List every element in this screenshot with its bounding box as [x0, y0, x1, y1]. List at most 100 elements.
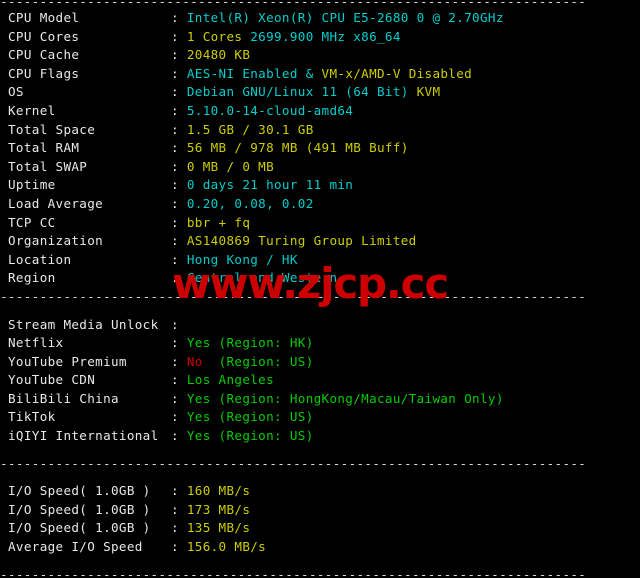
io-value: 173 MB/s — [186, 501, 251, 517]
system-label: CPU Cache — [8, 47, 80, 63]
io-label: I/O Speed( 1.0GB ) — [8, 501, 151, 517]
system-colon: : — [171, 102, 187, 118]
stream-value: Yes (Region: HongKong/Macau/Taiwan Only) — [186, 390, 504, 406]
system-label: Uptime — [8, 177, 56, 193]
system-value: Debian GNU/Linux 11 (64 Bit) — [186, 84, 409, 100]
system-row: TCP CC: bbr + fq — [0, 214, 640, 233]
stream-colon: : — [171, 353, 187, 369]
system-label: OS — [8, 84, 24, 100]
system-row: CPU Model: Intel(R) Xeon(R) CPU E5-2680 … — [0, 9, 640, 28]
system-value: Hong Kong / HK — [186, 251, 298, 267]
stream-colon: : — [171, 335, 187, 351]
io-value: 156.0 MB/s — [186, 539, 267, 555]
io-value: 135 MB/s — [186, 520, 251, 536]
stream-value: Yes (Region: US) — [186, 428, 314, 444]
system-label: Total Space — [8, 121, 96, 137]
spacer-io-top — [0, 446, 640, 455]
stream-label: BiliBili China — [8, 390, 119, 406]
stream-value: Yes (Region: US) — [186, 409, 314, 425]
stream-row: Netflix: Yes (Region: HK) — [0, 334, 640, 353]
io-label: Average I/O Speed — [8, 539, 143, 555]
system-colon: : — [171, 121, 187, 137]
system-value: 20480 KB — [186, 47, 251, 63]
system-label: CPU Cores — [8, 28, 80, 44]
system-label: CPU Flags — [8, 65, 80, 81]
system-label: Load Average — [8, 195, 104, 211]
stream-label: Netflix — [8, 335, 64, 351]
system-value: 5.10.0-14-cloud-amd64 — [186, 102, 354, 118]
stream-label: YouTube CDN — [8, 372, 96, 388]
system-label: Total SWAP — [8, 158, 88, 174]
stream-row: YouTube Premium: No (Region: US) — [0, 353, 640, 372]
system-colon: : — [171, 158, 187, 174]
system-value: AS140869 Turing Group Limited — [186, 233, 417, 249]
system-colon: : — [171, 214, 187, 230]
system-value: 1.5 GB / 30.1 GB — [186, 121, 314, 137]
io-label: I/O Speed( 1.0GB ) — [8, 520, 151, 536]
stream-colon: : — [171, 428, 187, 444]
stream-colon: : — [171, 316, 187, 332]
system-value: Intel(R) Xeon(R) CPU E5-2680 0 @ 2.70GHz — [186, 10, 504, 25]
system-row: OS: Debian GNU/Linux 11 (64 Bit) KVM — [0, 83, 640, 102]
stream-row: YouTube CDN: Los Angeles — [0, 371, 640, 390]
system-colon: : — [171, 10, 187, 25]
io-row: I/O Speed( 1.0GB ): 173 MB/s — [0, 501, 640, 520]
stream-value: Los Angeles — [186, 372, 275, 388]
system-colon: : — [171, 140, 187, 156]
system-colon: : — [171, 28, 187, 44]
separator-stream: ----------------------------------------… — [0, 288, 587, 304]
system-row: Location: Hong Kong / HK — [0, 251, 640, 270]
system-row: Load Average: 0.20, 0.08, 0.02 — [0, 195, 640, 214]
stream-value: Yes (Region: HK) — [186, 335, 314, 351]
separator-geekbench: ----------------------------------------… — [0, 566, 587, 578]
io-row: Average I/O Speed: 156.0 MB/s — [0, 538, 640, 557]
io-colon: : — [171, 539, 187, 555]
stream-colon: : — [171, 390, 187, 406]
system-value: Central and Western — [186, 270, 338, 286]
system-value: 0 days 21 hour 11 min — [186, 177, 354, 193]
io-speed-section: I/O Speed( 1.0GB ): 160 MB/s I/O Speed( 1… — [0, 482, 640, 556]
system-colon: : — [171, 65, 187, 81]
system-colon: : — [171, 270, 187, 286]
io-label: I/O Speed( 1.0GB ) — [8, 483, 151, 499]
system-row: CPU Flags: AES-NI Enabled & VM-x/AMD-V D… — [0, 65, 640, 84]
io-colon: : — [171, 520, 187, 536]
system-row: Uptime: 0 days 21 hour 11 min — [0, 176, 640, 195]
io-row: I/O Speed( 1.0GB ): 160 MB/s — [0, 482, 640, 501]
system-label: Total RAM — [8, 140, 80, 156]
system-value: 0.20, 0.08, 0.02 — [186, 195, 314, 211]
stream-label: Stream Media Unlock — [8, 316, 159, 332]
system-value: AES-NI Enabled & — [186, 65, 314, 81]
stream-row: Stream Media Unlock: — [0, 316, 640, 335]
system-label: Organization — [8, 233, 104, 249]
separator-top: ----------------------------------------… — [0, 0, 587, 9]
system-colon: : — [171, 177, 187, 193]
stream-row: TikTok: Yes (Region: US) — [0, 408, 640, 427]
io-row: I/O Speed( 1.0GB ): 135 MB/s — [0, 519, 640, 538]
system-value: bbr + fq — [186, 214, 251, 230]
system-row: Region: Central and Western — [0, 269, 640, 288]
stream-colon: : — [171, 409, 187, 425]
system-label: TCP CC — [8, 214, 56, 230]
stream-value: No — [186, 353, 203, 369]
stream-colon: : — [171, 372, 187, 388]
system-value: KVM — [408, 84, 441, 100]
terminal-window: ----------------------------------------… — [0, 0, 640, 578]
system-row: Total RAM: 56 MB / 978 MB (491 MB Buff) — [0, 139, 640, 158]
io-colon: : — [171, 483, 187, 499]
stream-label: YouTube Premium — [8, 353, 127, 369]
system-row: Organization: AS140869 Turing Group Limi… — [0, 232, 640, 251]
stream-row: iQIYI International: Yes (Region: US) — [0, 427, 640, 446]
system-label: Kernel — [8, 102, 56, 118]
system-label: Region — [8, 270, 56, 286]
spacer-geekbench-top — [0, 557, 640, 566]
system-colon: : — [171, 233, 187, 249]
separator-io: ----------------------------------------… — [0, 455, 587, 471]
system-value: VM-x/AMD-V Disabled — [313, 65, 473, 81]
system-label: CPU Model — [8, 10, 80, 25]
stream-row: BiliBili China: Yes (Region: HongKong/Ma… — [0, 390, 640, 409]
io-value: 160 MB/s — [186, 483, 251, 499]
stream-label: iQIYI International — [8, 428, 159, 444]
stream-value: (Region: US) — [202, 353, 314, 369]
system-colon: : — [171, 84, 187, 100]
